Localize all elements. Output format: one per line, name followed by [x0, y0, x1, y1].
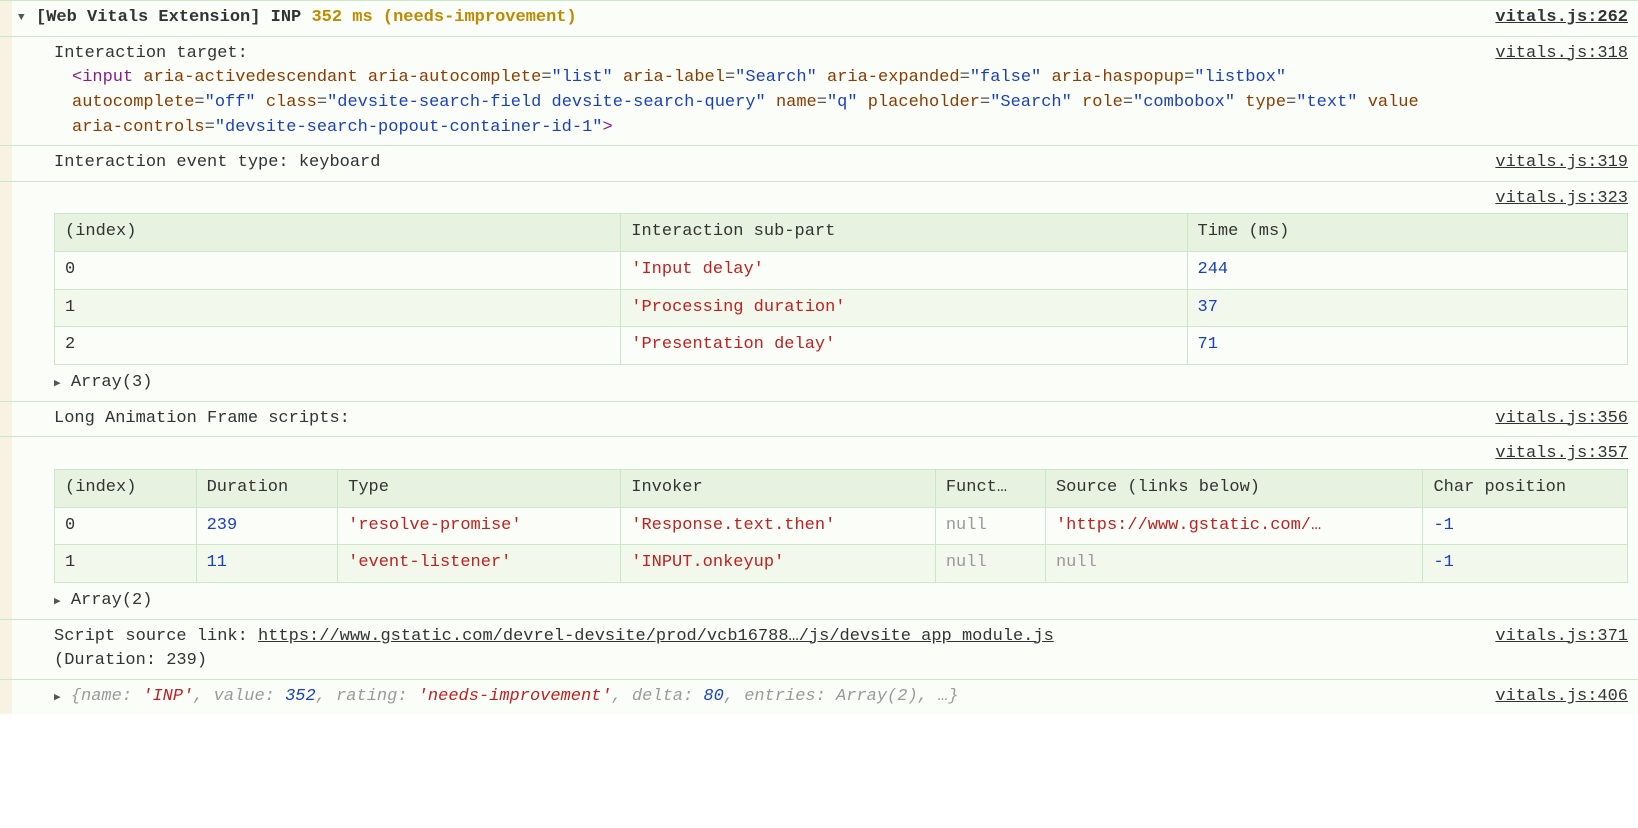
table-row: 0 239 'resolve-promise' 'Response.text.t…	[55, 507, 1628, 545]
log-message: {name: 'INP', value: 352, rating: 'needs…	[18, 685, 1475, 710]
array-summary[interactable]: Array(3)	[54, 365, 1628, 396]
source-link[interactable]: vitals.js:319	[1475, 151, 1628, 176]
log-entry-event-type: Interaction event type: keyboard vitals.…	[0, 145, 1638, 181]
log-entry-table2: vitals.js:357 (index) Duration Type Invo…	[0, 436, 1638, 618]
disclosure-triangle-icon[interactable]	[54, 590, 61, 611]
log-message: Long Animation Frame scripts:	[18, 407, 1475, 432]
disclosure-triangle-icon[interactable]	[18, 6, 36, 27]
interaction-subpart-table: (index) Interaction sub-part Time (ms) 0…	[54, 213, 1628, 365]
th-source: Source (links below)	[1045, 469, 1423, 507]
source-link[interactable]: vitals.js:323	[1495, 187, 1628, 212]
table-row: 2 'Presentation delay' 71	[55, 327, 1628, 365]
table-row: 1 11 'event-listener' 'INPUT.onkeyup' nu…	[55, 545, 1628, 583]
gutter-marker	[0, 402, 12, 437]
source-link[interactable]: vitals.js:371	[1475, 625, 1628, 650]
table-group: vitals.js:323 (index) Interaction sub-pa…	[18, 187, 1628, 396]
log-message: Interaction event type: keyboard	[18, 151, 1475, 176]
log-entry-table1: vitals.js:323 (index) Interaction sub-pa…	[0, 181, 1638, 401]
log-prefix: [Web Vitals Extension] INP	[36, 8, 301, 27]
html-element-dump: <input aria-activedescendant aria-autoco…	[54, 66, 1475, 140]
disclosure-triangle-icon[interactable]	[54, 686, 61, 707]
source-link[interactable]: vitals.js:318	[1475, 42, 1628, 67]
table-row: 1 'Processing duration' 37	[55, 289, 1628, 327]
th-index: (index)	[55, 469, 197, 507]
th-duration: Duration	[196, 469, 338, 507]
source-link[interactable]: vitals.js:357	[1495, 442, 1628, 467]
script-source-link[interactable]: https://www.gstatic.com/devrel-devsite/p…	[258, 627, 1054, 646]
log-entry-scriptlink: Script source link: https://www.gstatic.…	[0, 619, 1638, 679]
disclosure-triangle-icon[interactable]	[54, 372, 61, 393]
object-preview[interactable]: {name: 'INP', value: 352, rating: 'needs…	[71, 687, 959, 706]
gutter-marker	[0, 37, 12, 146]
target-label: Interaction target:	[54, 42, 1475, 67]
log-message: Script source link: https://www.gstatic.…	[18, 625, 1475, 674]
table-row: 0 'Input delay' 244	[55, 252, 1628, 290]
inp-value: 352 ms (needs-improvement)	[311, 8, 576, 27]
array-summary[interactable]: Array(2)	[54, 583, 1628, 614]
laf-scripts-table: (index) Duration Type Invoker Funct… Sou…	[54, 469, 1628, 583]
th-function: Funct…	[935, 469, 1045, 507]
th-invoker: Invoker	[621, 469, 936, 507]
th-charpos: Char position	[1423, 469, 1628, 507]
console-panel: [Web Vitals Extension] INP 352 ms (needs…	[0, 0, 1638, 714]
log-entry-header: [Web Vitals Extension] INP 352 ms (needs…	[0, 0, 1638, 36]
table-group: vitals.js:357 (index) Duration Type Invo…	[18, 442, 1628, 613]
source-link[interactable]: vitals.js:406	[1475, 685, 1628, 710]
gutter-marker	[0, 680, 12, 715]
gutter-marker	[0, 437, 12, 618]
th-subpart: Interaction sub-part	[621, 214, 1187, 252]
th-index: (index)	[55, 214, 621, 252]
log-entry-object: {name: 'INP', value: 352, rating: 'needs…	[0, 679, 1638, 715]
log-entry-laf: Long Animation Frame scripts: vitals.js:…	[0, 401, 1638, 437]
source-link[interactable]: vitals.js:356	[1475, 407, 1628, 432]
log-message: Interaction target: <input aria-activede…	[18, 42, 1475, 141]
th-type: Type	[338, 469, 621, 507]
log-message: [Web Vitals Extension] INP 352 ms (needs…	[36, 6, 1475, 31]
gutter-marker	[0, 620, 12, 679]
gutter-marker	[0, 182, 12, 401]
log-entry-target: Interaction target: <input aria-activede…	[0, 36, 1638, 146]
gutter-marker	[0, 1, 12, 36]
source-link[interactable]: vitals.js:262	[1475, 6, 1628, 31]
th-time: Time (ms)	[1187, 214, 1627, 252]
gutter-marker	[0, 146, 12, 181]
